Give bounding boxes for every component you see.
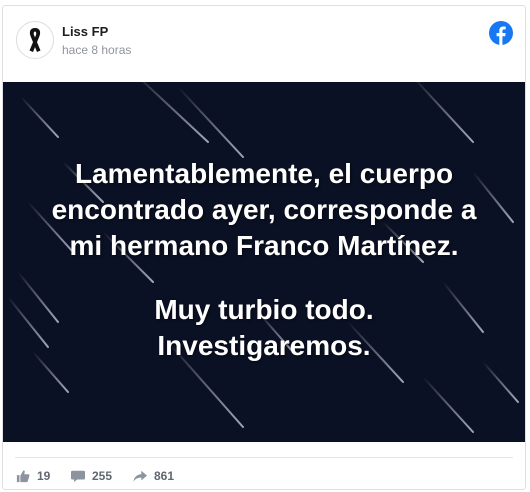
- post-stats: 19 255 861: [3, 466, 525, 486]
- post-line: Lamentablemente, el cuerpo: [74, 158, 454, 189]
- post-line: Investigaremos.: [157, 330, 371, 361]
- thumbs-up-icon: [16, 470, 30, 483]
- footer-divider: [15, 457, 513, 458]
- comments-count: 255: [92, 469, 113, 483]
- shares-stat[interactable]: 861: [133, 466, 174, 486]
- post-line: encontrado ayer, corresponde a: [51, 194, 477, 225]
- post-header: Liss FP hace 8 horas: [3, 6, 525, 82]
- post-card: Liss FP hace 8 horas Lamentablemente, el…: [2, 5, 526, 490]
- likes-count: 19: [37, 469, 51, 483]
- post-line: Muy turbio todo.: [154, 294, 374, 325]
- comment-icon: [71, 470, 85, 483]
- post-line: mi hermano Franco Martínez.: [69, 230, 459, 261]
- likes-stat[interactable]: 19: [16, 466, 50, 486]
- shares-count: 861: [154, 469, 175, 483]
- post-image[interactable]: Lamentablemente, el cuerpo encontrado ay…: [3, 82, 525, 442]
- author-name[interactable]: Liss FP: [62, 24, 108, 39]
- post-timestamp[interactable]: hace 8 horas: [62, 43, 131, 57]
- share-arrow-icon: [133, 470, 147, 482]
- facebook-logo-icon[interactable]: [489, 21, 513, 45]
- avatar[interactable]: [16, 21, 54, 59]
- comments-stat[interactable]: 255: [71, 466, 112, 486]
- post-message: Lamentablemente, el cuerpo encontrado ay…: [3, 156, 525, 364]
- black-ribbon-icon: [29, 28, 41, 52]
